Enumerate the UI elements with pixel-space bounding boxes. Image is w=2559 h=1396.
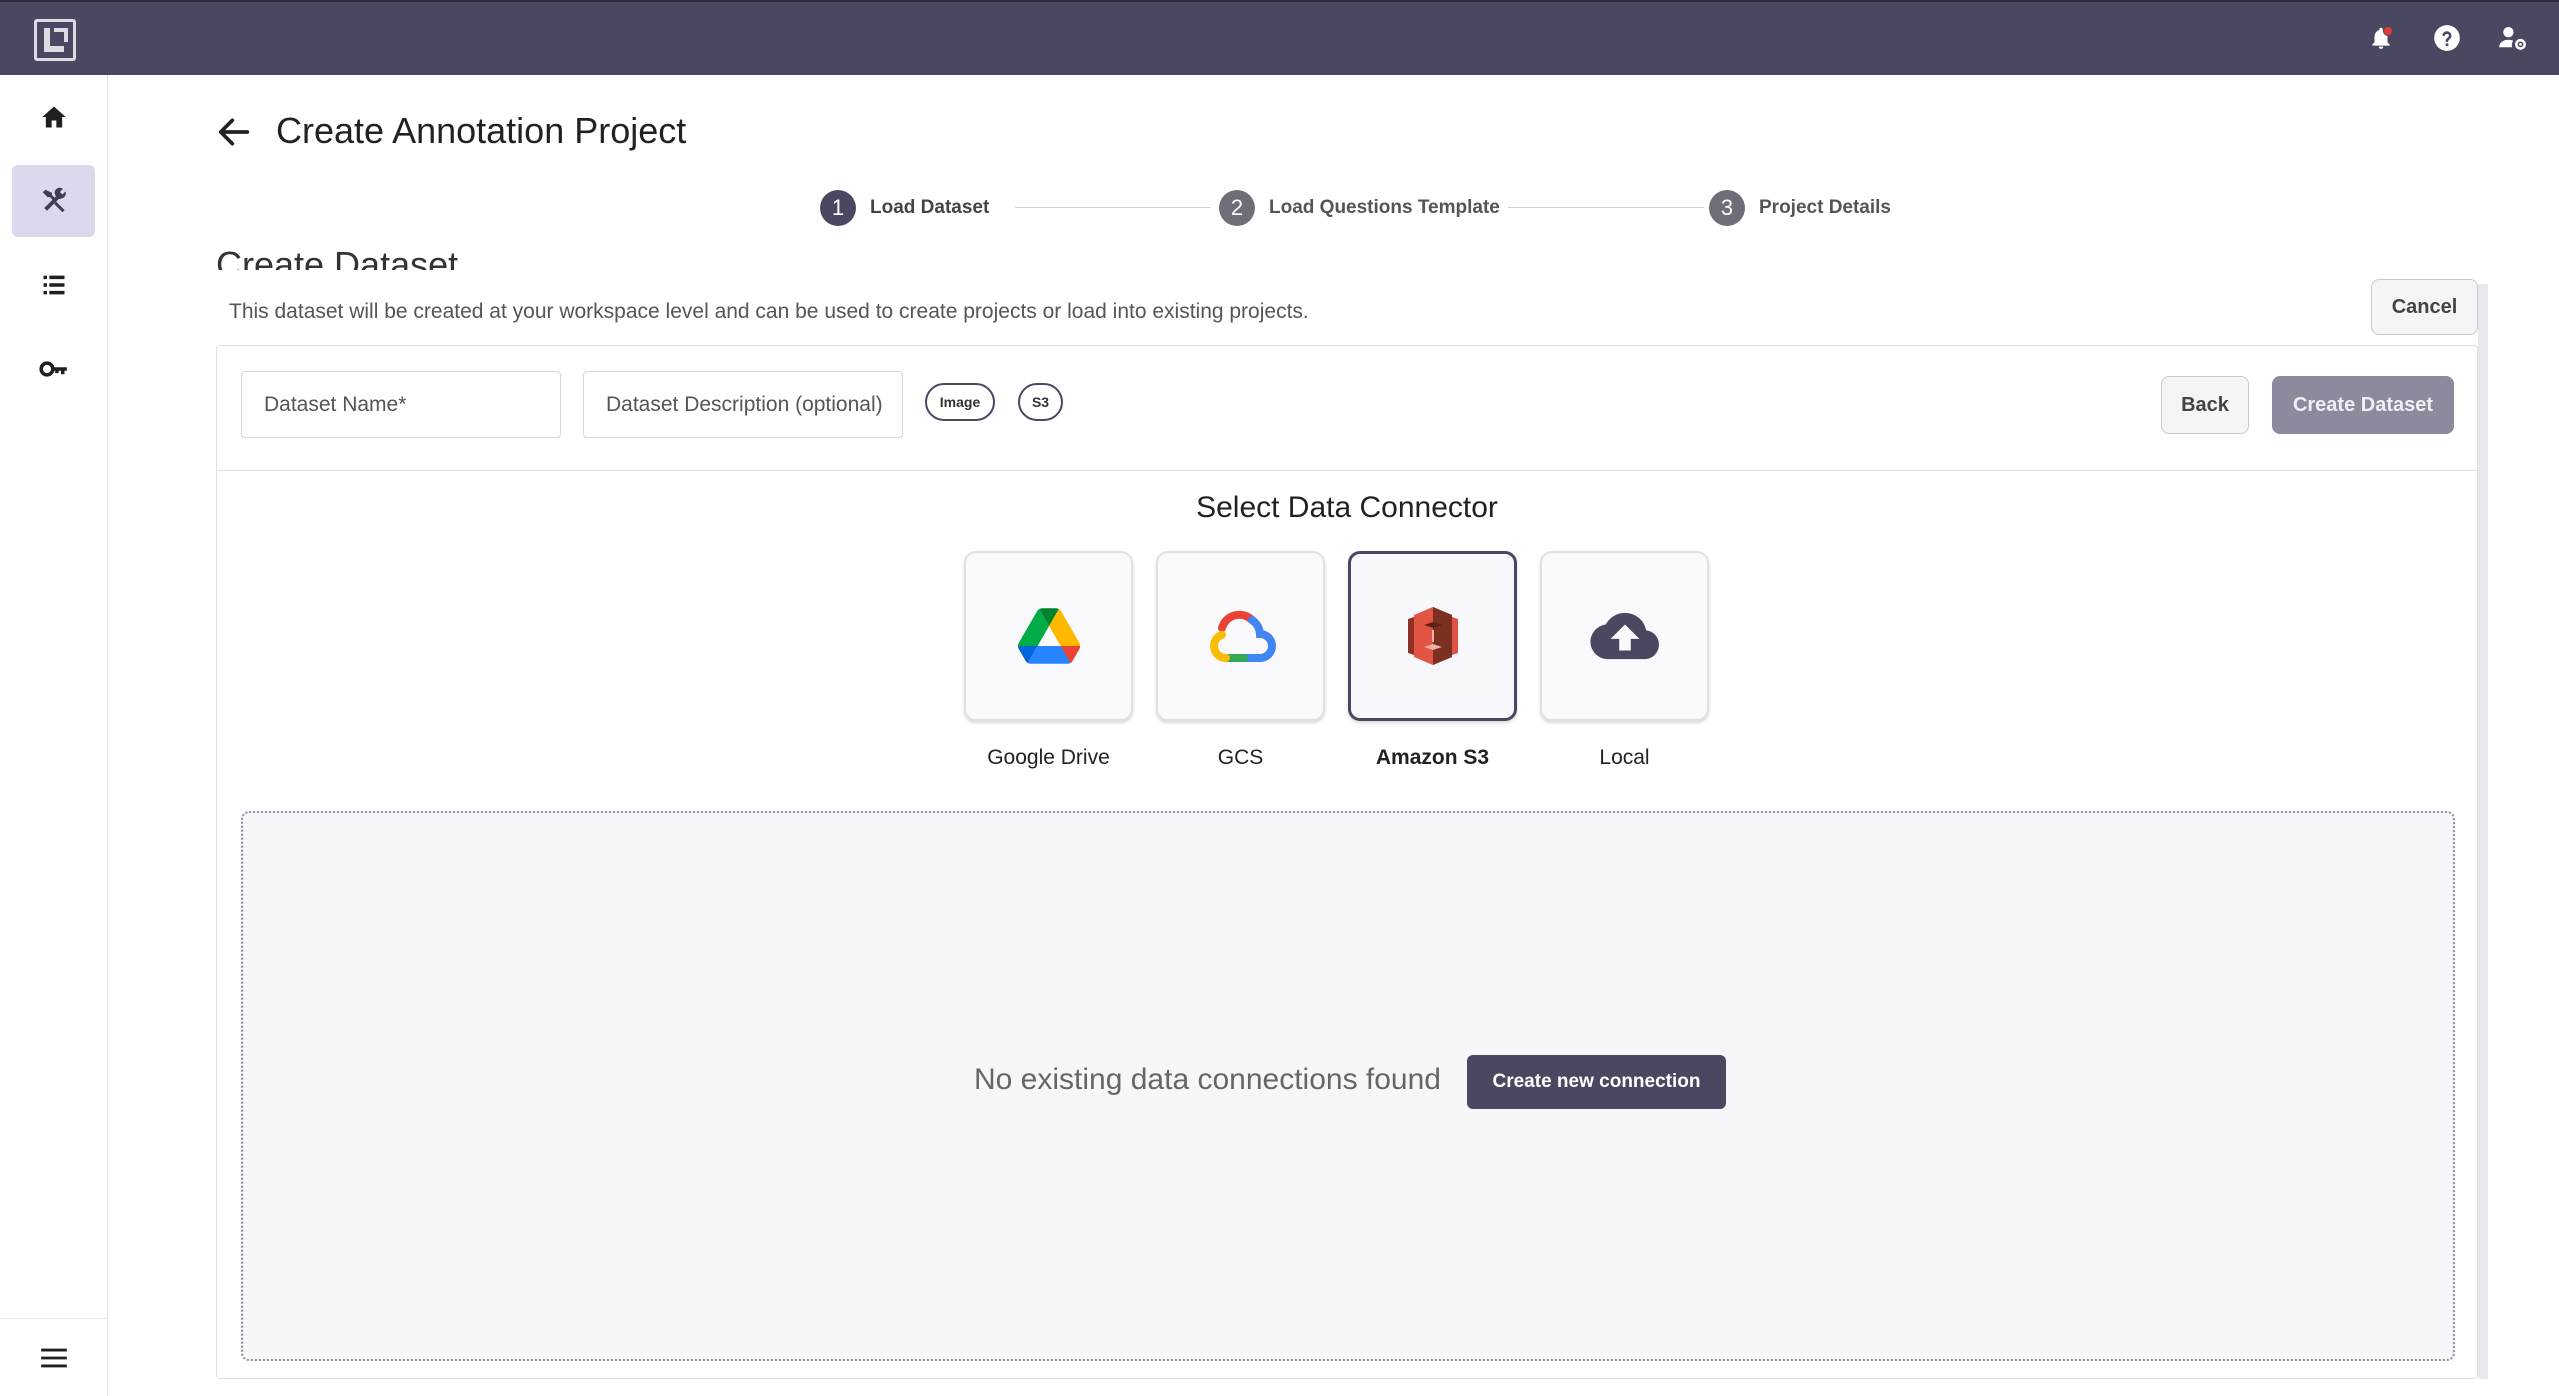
connections-area: No existing data connections found Creat… — [241, 811, 2455, 1361]
sidebar-item-tools[interactable] — [12, 165, 95, 237]
connector-section-title: Select Data Connector — [1196, 491, 1498, 524]
dataset-name-field[interactable]: Dataset Name* — [241, 371, 561, 438]
gcs-connector[interactable] — [1156, 551, 1325, 721]
sidebar-divider — [0, 1318, 108, 1319]
user-settings-icon[interactable] — [2497, 22, 2529, 54]
page-title: Create Annotation Project — [276, 110, 687, 151]
gcs-icon — [1209, 610, 1276, 662]
step-label: Load Dataset — [870, 197, 990, 218]
step-label: Project Details — [1759, 197, 1891, 218]
step-number: 2 — [1219, 190, 1255, 226]
dataset-description-field[interactable]: Dataset Description (optional) — [583, 371, 903, 438]
notifications-bell-icon[interactable] — [2365, 22, 2397, 54]
back-button[interactable]: Back — [2161, 376, 2249, 434]
hamburger-menu-icon — [40, 1348, 67, 1368]
google-drive-connector[interactable] — [964, 551, 1133, 721]
sidebar-menu-toggle[interactable] — [12, 1330, 95, 1386]
step-load-questions-template: 2 Load Questions Template — [1219, 190, 1500, 226]
scrollbar[interactable] — [2478, 284, 2488, 1379]
step-load-dataset: 1 Load Dataset — [820, 190, 989, 226]
tools-icon — [42, 187, 66, 213]
dataset-description: This dataset will be created at your wor… — [229, 300, 1309, 323]
amazon-s3-label: Amazon S3 — [1375, 746, 1490, 769]
notification-dot — [2383, 26, 2393, 36]
key-icon — [38, 361, 67, 377]
create-dataset-button[interactable]: Create Dataset — [2272, 376, 2454, 434]
s3-type-chip[interactable]: S3 — [1018, 383, 1063, 421]
local-label: Local — [1599, 746, 1650, 769]
google-drive-label: Google Drive — [987, 746, 1110, 769]
stepper-connector — [1508, 207, 1704, 208]
create-new-connection-button[interactable]: Create new connection — [1467, 1055, 1726, 1109]
gcs-label: GCS — [1217, 746, 1264, 769]
top-bar — [0, 0, 2559, 75]
local-connector[interactable] — [1540, 551, 1709, 721]
back-arrow-icon[interactable] — [214, 112, 254, 152]
step-number: 3 — [1709, 190, 1745, 226]
dataset-toolbar: Dataset Name* Dataset Description (optio… — [217, 346, 2477, 471]
cancel-button[interactable]: Cancel — [2371, 279, 2478, 335]
help-icon[interactable] — [2431, 22, 2463, 54]
step-number: 1 — [820, 190, 856, 226]
app-logo[interactable] — [34, 19, 76, 61]
google-drive-icon — [1017, 608, 1080, 664]
stepper-connector — [1015, 207, 1210, 208]
dataset-panel: Dataset Name* Dataset Description (optio… — [216, 345, 2478, 1379]
empty-connections-text: No existing data connections found — [974, 1063, 1441, 1096]
step-project-details: 3 Project Details — [1709, 190, 1891, 226]
image-type-chip[interactable]: Image — [925, 383, 995, 421]
step-label: Load Questions Template — [1269, 197, 1500, 218]
sidebar-item-keys[interactable] — [12, 333, 95, 405]
dataset-section-title: Create Dataset — [216, 244, 459, 270]
amazon-s3-connector[interactable] — [1348, 551, 1517, 721]
sidebar-item-home[interactable] — [12, 81, 95, 153]
top-bar-actions — [2365, 22, 2529, 54]
amazon-s3-icon — [1407, 607, 1458, 665]
home-icon — [41, 106, 66, 128]
list-icon — [43, 275, 64, 295]
sidebar-item-datasets[interactable] — [12, 249, 95, 321]
cloud-upload-icon — [1589, 612, 1659, 660]
